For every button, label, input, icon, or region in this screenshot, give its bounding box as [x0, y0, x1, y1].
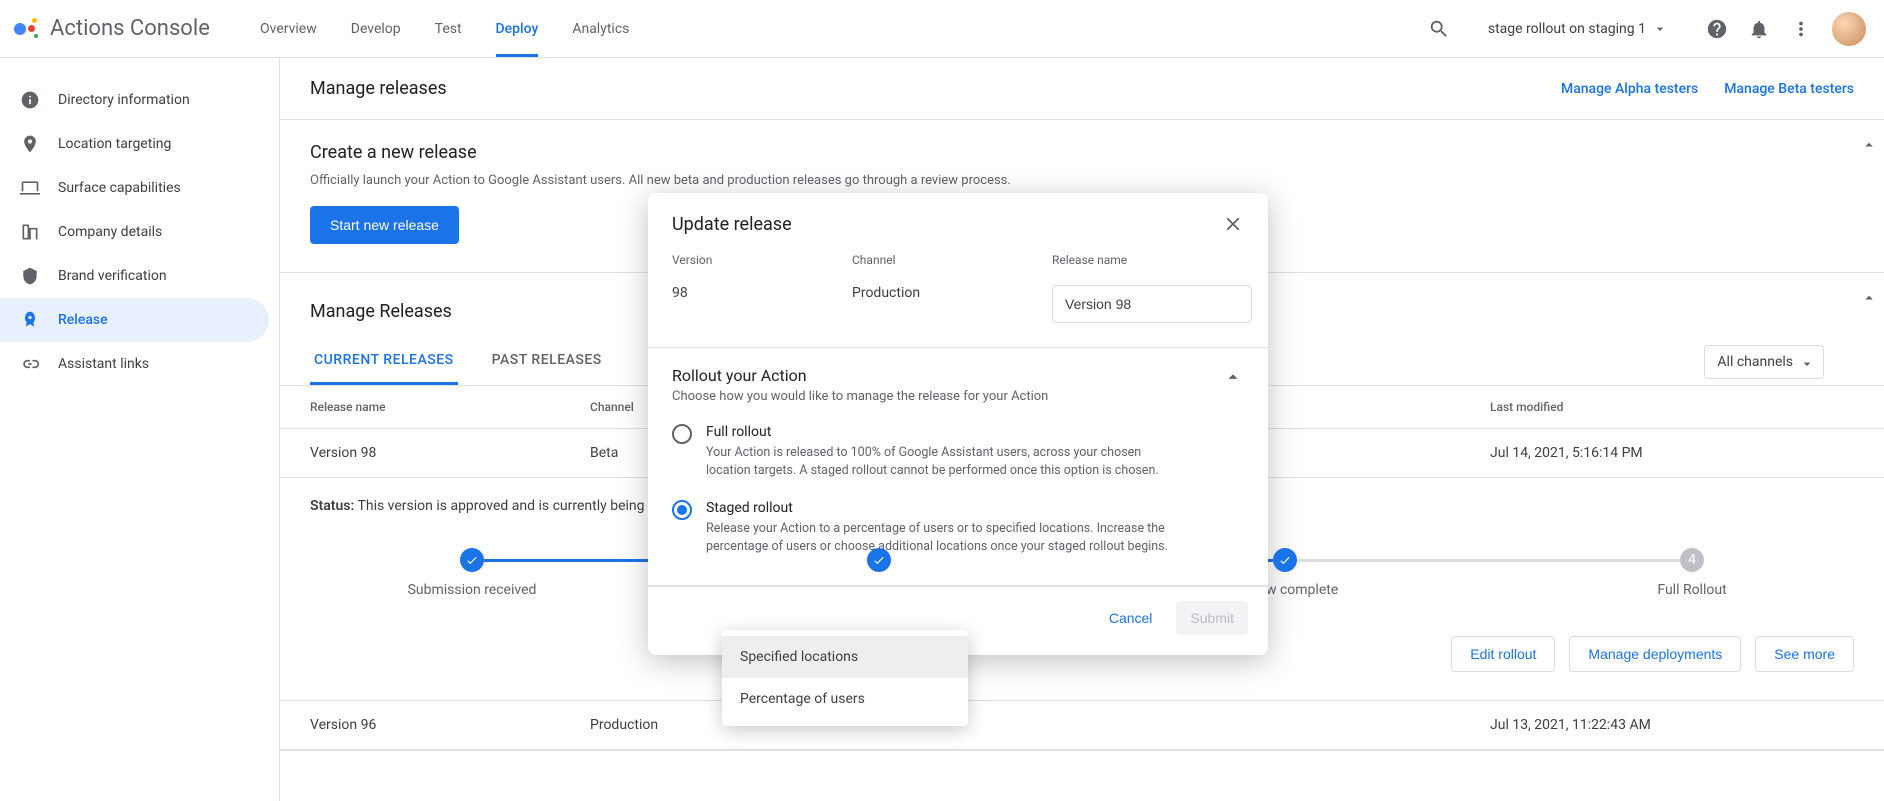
chevron-down-icon	[1799, 356, 1815, 372]
tab-current-releases[interactable]: Current releases	[310, 338, 458, 385]
link-icon	[20, 354, 40, 374]
search-icon[interactable]	[1428, 18, 1450, 40]
sidebar-item-company[interactable]: Company details	[0, 210, 269, 254]
start-new-release-button[interactable]: Start new release	[310, 206, 459, 244]
channel-filter-value: All channels	[1717, 354, 1793, 370]
status-text: This version is approved and is currentl…	[358, 498, 694, 514]
close-icon[interactable]	[1222, 213, 1244, 235]
avatar[interactable]	[1832, 12, 1866, 46]
channel-filter-select[interactable]: All channels	[1704, 345, 1824, 379]
sidebar: Directory information Location targeting…	[0, 58, 280, 801]
version-label: Version	[672, 253, 802, 267]
step-1-icon	[460, 548, 484, 572]
create-release-title: Create a new release	[310, 142, 1854, 163]
dialog-title: Update release	[672, 214, 792, 235]
radio-full-desc: Your Action is released to 100% of Googl…	[706, 444, 1186, 480]
rocket-icon	[20, 310, 40, 330]
building-icon	[20, 222, 40, 242]
manage-alpha-link[interactable]: Manage Alpha testers	[1561, 81, 1698, 97]
devices-icon	[20, 178, 40, 198]
radio-staged-rollout[interactable]: Staged rollout Release your Action to a …	[672, 490, 1244, 566]
dropdown-option-locations[interactable]: Specified locations	[722, 636, 968, 678]
radio-full-rollout[interactable]: Full rollout Your Action is released to …	[672, 414, 1244, 490]
cell-modified: Jul 14, 2021, 5:16:14 PM	[1490, 445, 1854, 461]
tab-past-releases[interactable]: Past releases	[488, 338, 606, 385]
radio-icon	[672, 500, 692, 520]
sidebar-item-label: Directory information	[58, 92, 190, 108]
sidebar-item-label: Assistant links	[58, 356, 149, 372]
radio-staged-desc: Release your Action to a percentage of u…	[706, 520, 1186, 556]
col-release-name: Release name	[310, 400, 590, 414]
tab-develop[interactable]: Develop	[351, 0, 401, 57]
channel-label: Channel	[852, 253, 1002, 267]
sidebar-item-label: Release	[58, 312, 108, 328]
tab-analytics[interactable]: Analytics	[572, 0, 629, 57]
assistant-logo-icon	[14, 16, 40, 42]
sidebar-item-label: Company details	[58, 224, 162, 240]
radio-staged-title: Staged rollout	[706, 500, 1186, 516]
sidebar-item-label: Brand verification	[58, 268, 167, 284]
sidebar-item-label: Location targeting	[58, 136, 171, 152]
chevron-up-icon[interactable]	[1222, 366, 1244, 388]
radio-icon	[672, 424, 692, 444]
channel-value: Production	[852, 285, 1002, 301]
cell-modified: Jul 13, 2021, 11:22:43 AM	[1490, 717, 1854, 733]
release-name-label: Release name	[1052, 253, 1252, 267]
step-1-label: Submission received	[362, 582, 582, 598]
location-icon	[20, 134, 40, 154]
top-bar: Actions Console Overview Develop Test De…	[0, 0, 1884, 58]
dropdown-option-percentage[interactable]: Percentage of users	[722, 678, 968, 720]
create-release-subtitle: Officially launch your Action to Google …	[310, 173, 1854, 188]
sidebar-item-label: Surface capabilities	[58, 180, 181, 196]
chevron-down-icon	[1652, 21, 1668, 37]
tab-overview[interactable]: Overview	[260, 0, 317, 57]
cancel-button[interactable]: Cancel	[1095, 601, 1167, 635]
sidebar-item-assistant-links[interactable]: Assistant links	[0, 342, 269, 386]
logo-block: Actions Console	[0, 16, 260, 42]
status-label: Status:	[310, 498, 354, 514]
cell-release-name: Version 96	[310, 717, 590, 733]
table-row[interactable]: Version 96 Production Jul 13, 2021, 11:2…	[280, 701, 1884, 750]
col-last-modified: Last modified	[1490, 400, 1854, 414]
top-actions: stage rollout on staging 1	[1428, 12, 1866, 46]
step-3-icon	[1273, 548, 1297, 572]
manage-beta-link[interactable]: Manage Beta testers	[1724, 81, 1854, 97]
project-name: stage rollout on staging 1	[1488, 21, 1646, 37]
sidebar-item-brand[interactable]: Brand verification	[0, 254, 269, 298]
chevron-up-icon[interactable]	[1860, 289, 1878, 307]
step-4-label: Full Rollout	[1582, 582, 1802, 598]
sidebar-item-directory[interactable]: Directory information	[0, 78, 269, 122]
tab-deploy[interactable]: Deploy	[496, 0, 539, 57]
release-name-input[interactable]	[1052, 285, 1252, 323]
see-more-button[interactable]: See more	[1755, 636, 1854, 672]
cell-release-name: Version 98	[310, 445, 590, 461]
page-title: Manage releases	[310, 78, 447, 99]
manage-deployments-button[interactable]: Manage deployments	[1569, 636, 1741, 672]
radio-full-title: Full rollout	[706, 424, 1186, 440]
notifications-icon[interactable]	[1748, 18, 1770, 40]
step-2-icon	[867, 548, 891, 572]
page-header: Manage releases Manage Alpha testers Man…	[280, 58, 1884, 120]
tab-test[interactable]: Test	[435, 0, 462, 57]
sidebar-item-release[interactable]: Release	[0, 298, 269, 342]
info-icon	[20, 90, 40, 110]
more-vert-icon[interactable]	[1790, 18, 1812, 40]
rollout-section-subtitle: Choose how you would like to manage the …	[672, 389, 1048, 404]
version-value: 98	[672, 285, 802, 301]
staged-rollout-dropdown: Specified locations Percentage of users	[722, 630, 968, 726]
rollout-section-title: Rollout your Action	[672, 366, 1048, 385]
sidebar-item-location[interactable]: Location targeting	[0, 122, 269, 166]
submit-button[interactable]: Submit	[1176, 601, 1248, 635]
help-icon[interactable]	[1706, 18, 1728, 40]
chevron-up-icon[interactable]	[1860, 136, 1878, 154]
project-picker[interactable]: stage rollout on staging 1	[1488, 21, 1668, 37]
update-release-dialog: Update release Version 98 Channel Produc…	[648, 193, 1268, 655]
nav-tabs: Overview Develop Test Deploy Analytics	[260, 0, 629, 57]
product-name: Actions Console	[50, 16, 210, 41]
edit-rollout-button[interactable]: Edit rollout	[1451, 636, 1555, 672]
sidebar-item-surface[interactable]: Surface capabilities	[0, 166, 269, 210]
shield-icon	[20, 266, 40, 286]
step-4-icon: 4	[1680, 548, 1704, 572]
